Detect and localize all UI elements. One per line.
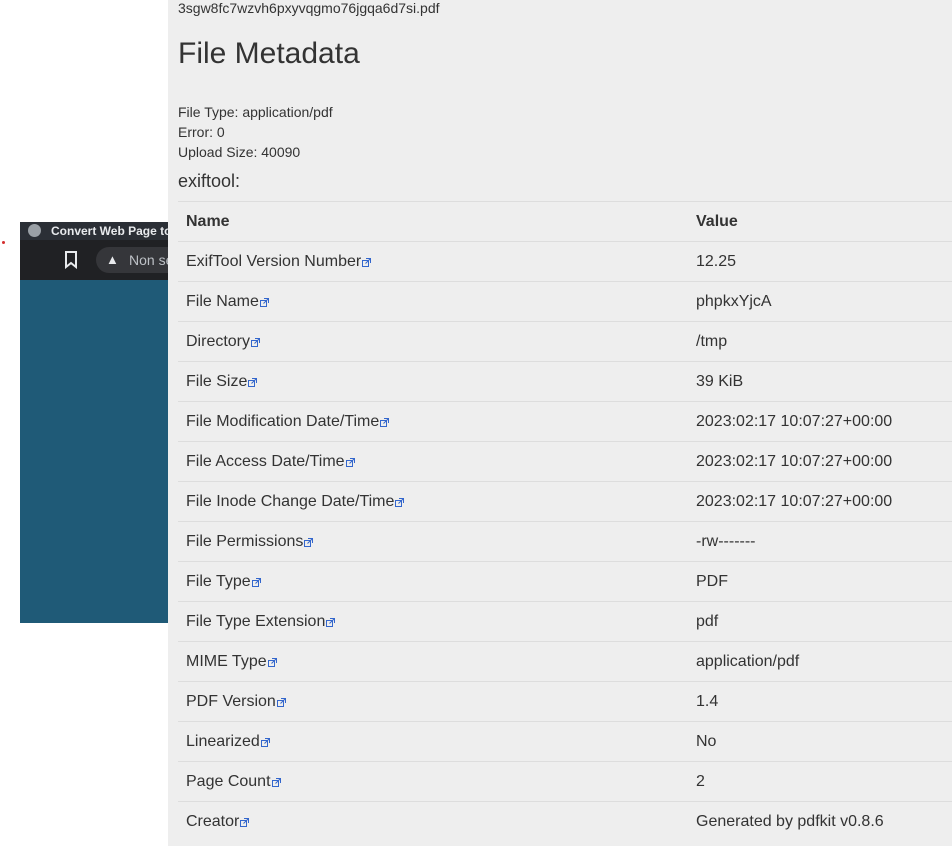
field-name-link[interactable]: Page Count <box>186 773 271 790</box>
table-row: MIME Type application/pdf <box>178 641 952 682</box>
field-name-cell: File Access Date/Time <box>178 441 688 482</box>
field-name-cell: Linearized <box>178 721 688 762</box>
field-value-cell: 2023:02:17 10:07:27+00:00 <box>688 401 952 442</box>
field-name-link[interactable]: MIME Type <box>186 653 267 670</box>
background-window-titlebar[interactable]: Convert Web Page to <box>20 222 168 240</box>
field-name-link[interactable]: File Name <box>186 293 259 310</box>
field-value-cell: phpkxYjcA <box>688 281 952 322</box>
field-name-cell: ExifTool Version Number <box>178 241 688 282</box>
table-row: File Size 39 KiB <box>178 361 952 402</box>
table-row: Directory/tmp <box>178 321 952 362</box>
field-name-link[interactable]: File Access Date/Time <box>186 453 345 470</box>
field-name-link[interactable]: PDF Version <box>186 693 276 710</box>
field-name-cell: File Permissions <box>178 521 688 562</box>
table-row: File Permissions -rw------- <box>178 521 952 562</box>
field-name-cell: File Type <box>178 561 688 602</box>
field-value-cell: 39 KiB <box>688 361 952 402</box>
field-name-link[interactable]: File Inode Change Date/Time <box>186 493 394 510</box>
upload-info: File Type: application/pdf Error: 0 Uplo… <box>178 102 333 162</box>
external-link-icon[interactable] <box>276 694 286 707</box>
external-link-icon[interactable] <box>395 494 405 507</box>
field-name-cell: File Size <box>178 361 688 402</box>
table-row: File Name phpkxYjcA <box>178 281 952 322</box>
field-value-cell: /tmp <box>688 321 952 362</box>
field-name-link[interactable]: Directory <box>186 333 250 350</box>
bookmark-icon[interactable] <box>64 251 78 270</box>
background-window-title: Convert Web Page to <box>51 224 168 238</box>
table-header-row: Name Value <box>178 201 952 242</box>
field-name-cell: File Inode Change Date/Time <box>178 481 688 522</box>
error-line: Error: 0 <box>178 124 225 140</box>
field-name-cell: File Type Extension <box>178 601 688 642</box>
field-value-cell: 2023:02:17 10:07:27+00:00 <box>688 441 952 482</box>
value-column-header: Value <box>688 201 952 242</box>
external-link-icon[interactable] <box>248 374 258 387</box>
external-link-icon[interactable] <box>251 574 261 587</box>
field-name-link[interactable]: Creator <box>186 813 239 830</box>
field-name-link[interactable]: ExifTool Version Number <box>186 253 361 270</box>
exiftool-section-label: exiftool: <box>178 171 241 191</box>
field-value-cell: 1.4 <box>688 681 952 722</box>
table-row: Page Count 2 <box>178 761 952 802</box>
field-name-cell: File Modification Date/Time <box>178 401 688 442</box>
field-name-cell: Creator <box>178 801 688 841</box>
field-value-cell: -rw------- <box>688 521 952 562</box>
external-link-icon[interactable] <box>267 654 277 667</box>
table-row: File Inode Change Date/Time 2023:02:17 10… <box>178 481 952 522</box>
field-name-link[interactable]: File Modification Date/Time <box>186 413 379 430</box>
field-name-cell: Directory <box>178 321 688 362</box>
upload-size-line: Upload Size: 40090 <box>178 144 301 160</box>
table-row: File Type PDF <box>178 561 952 602</box>
name-column-header: Name <box>178 201 688 242</box>
external-link-icon[interactable] <box>251 334 261 347</box>
background-url-text: Non se <box>129 252 168 268</box>
external-link-icon[interactable] <box>362 254 372 267</box>
field-value-cell: 2023:02:17 10:07:27+00:00 <box>688 481 952 522</box>
table-row: Creator Generated by pdfkit v0.8.6 <box>178 801 952 841</box>
field-value-cell: PDF <box>688 561 952 602</box>
external-link-icon[interactable] <box>260 734 270 747</box>
field-value-cell: 2 <box>688 761 952 802</box>
file-name-text: 3sgw8fc7wzvh6pxyvqgmo76jgqa6d7si.pdf <box>178 0 440 16</box>
field-name-cell: Page Count <box>178 761 688 802</box>
table-row: File Type Extension pdf <box>178 601 952 642</box>
table-row: File Modification Date/Time 2023:02:17 10… <box>178 401 952 442</box>
page-title: File Metadata <box>178 37 360 70</box>
external-link-icon[interactable] <box>326 614 336 627</box>
background-url-bar[interactable]: ▲ Non se <box>96 247 168 273</box>
field-name-link[interactable]: File Size <box>186 373 247 390</box>
external-link-icon[interactable] <box>304 534 314 547</box>
field-name-cell: File Name <box>178 281 688 322</box>
external-link-icon[interactable] <box>271 774 281 787</box>
external-link-icon[interactable] <box>380 414 390 427</box>
table-row: PDF Version 1.4 <box>178 681 952 722</box>
field-value-cell: No <box>688 721 952 762</box>
table-row: Linearized No <box>178 721 952 762</box>
field-value-cell: application/pdf <box>688 641 952 682</box>
field-name-link[interactable]: File Type <box>186 573 251 590</box>
globe-icon <box>28 224 41 237</box>
field-value-cell: pdf <box>688 601 952 642</box>
table-row: ExifTool Version Number 12.25 <box>178 241 952 282</box>
external-link-icon[interactable] <box>345 454 355 467</box>
warning-icon: ▲ <box>106 252 119 267</box>
table-row: File Access Date/Time 2023:02:17 10:07:27… <box>178 441 952 482</box>
field-name-cell: PDF Version <box>178 681 688 722</box>
field-name-cell: MIME Type <box>178 641 688 682</box>
metadata-table: Name Value ExifTool Version Number 12.25 F… <box>178 201 952 841</box>
field-value-cell: Generated by pdfkit v0.8.6 <box>688 801 952 841</box>
field-name-link[interactable]: File Type Extension <box>186 613 325 630</box>
background-window-toolbar: ▲ Non se <box>20 240 168 280</box>
field-value-cell: 12.25 <box>688 241 952 282</box>
field-name-link[interactable]: Linearized <box>186 733 260 750</box>
left-background: Convert Web Page to ▲ Non se <box>0 0 168 846</box>
external-link-icon[interactable] <box>240 814 250 827</box>
background-browser-window[interactable]: Convert Web Page to ▲ Non se <box>20 222 168 623</box>
field-name-link[interactable]: File Permissions <box>186 533 303 550</box>
metadata-panel: 3sgw8fc7wzvh6pxyvqgmo76jgqa6d7si.pdf Fil… <box>168 0 952 846</box>
external-link-icon[interactable] <box>259 294 269 307</box>
red-dot-marker <box>2 241 5 244</box>
file-type-line: File Type: application/pdf <box>178 104 333 120</box>
table-body: ExifTool Version Number 12.25 File Name php… <box>178 241 952 841</box>
